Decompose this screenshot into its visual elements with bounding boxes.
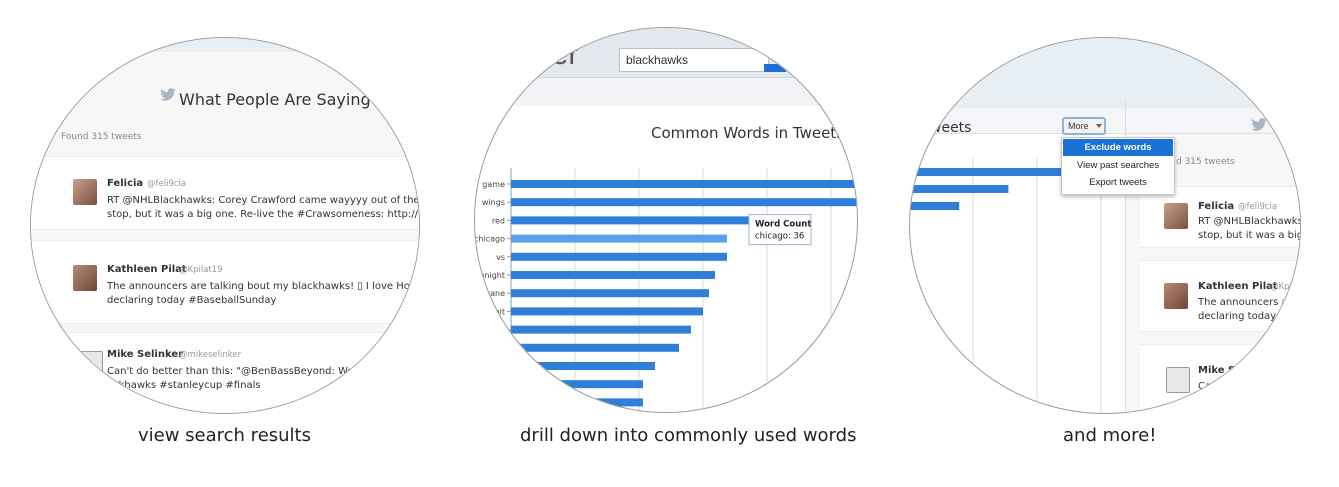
tweet-text-line: The announcers are tal	[1198, 297, 1300, 308]
tweet-card[interactable]: Felicia @feli9cia RT @NHLBlackhawks: Co …	[1140, 186, 1301, 248]
tick-label: red	[492, 216, 505, 225]
avatar	[1164, 203, 1188, 229]
tooltip-value: chicago: 36	[755, 232, 804, 242]
bar	[910, 185, 1009, 193]
avatar	[73, 265, 97, 291]
caption: drill down into commonly used words	[520, 425, 857, 446]
bar	[910, 168, 1066, 176]
avatar	[73, 179, 97, 205]
tick-label: wings	[482, 198, 505, 207]
tweet-text-line: The announcers are talking bout my black…	[107, 281, 419, 292]
tooltip-title: Word Count	[755, 220, 811, 230]
avatar	[79, 351, 103, 377]
more-options-preview: weets d 315 tweets Felicia @feli9cia RT …	[909, 37, 1301, 414]
top-bar	[31, 38, 419, 52]
tick-label: tonight	[476, 271, 505, 280]
tweet-author[interactable]: Mike Selinker	[107, 349, 183, 360]
tweet-handle[interactable]: @feli9cia	[147, 179, 186, 189]
section-title: What People Are Saying	[179, 90, 371, 109]
tweet-text-line: declaring today #BaseballSunday	[107, 295, 277, 306]
tweet-handle[interactable]: @Kpilat19	[179, 265, 223, 275]
tweet-card[interactable]: Kathleen Pilat @Kpilat19 The announcers …	[31, 240, 419, 324]
more-menu: Exclude words View past searches Export …	[1061, 137, 1175, 195]
bar	[511, 380, 643, 389]
chart-title: weets	[930, 120, 972, 136]
tick-label: troit	[488, 307, 505, 316]
tweet-text-line: declaring today #Ba	[1198, 311, 1301, 322]
search-results-preview: What People Are Saying Found 315 tweets …	[30, 37, 420, 414]
tweet-text-line: ackhawks #stanleycup #finals	[107, 380, 261, 391]
tick-label: kane	[486, 289, 505, 298]
tweet-text-line: stop, but it was a big one. Re-live the …	[107, 209, 420, 220]
tweet-text-line: RT @NHLBlackhawks: Corey Crawford came w…	[107, 195, 420, 206]
tooltip: Word Count chicago: 36	[748, 214, 812, 246]
tweet-author[interactable]: Mike Se	[1198, 365, 1242, 376]
tweet-author[interactable]: Kathleen Pilat	[1198, 281, 1278, 292]
tweet-text-line: Ca	[1198, 381, 1212, 392]
menu-item-view-past-searches[interactable]: View past searches	[1063, 157, 1173, 174]
bar	[511, 398, 643, 407]
bar	[511, 289, 709, 298]
tick-label: rd	[497, 326, 505, 335]
menu-item-exclude-words[interactable]: Exclude words	[1063, 139, 1173, 156]
tweet-card[interactable]: Mike Se Ca	[1140, 344, 1300, 413]
chevron-down-icon	[1096, 124, 1102, 128]
tick-label: chicago	[475, 235, 505, 244]
tweet-text-line: Can't do better than this: "@BenBassBeyo…	[107, 366, 376, 377]
bar	[511, 362, 655, 370]
bar	[511, 307, 703, 316]
tweet-author[interactable]: Kathleen Pilat	[107, 264, 187, 275]
bar	[511, 343, 679, 352]
bar	[910, 202, 960, 210]
tweet-author[interactable]: Felicia	[1198, 201, 1234, 212]
bar	[511, 198, 857, 207]
tick-label: game	[482, 180, 505, 189]
results-count: Found 315 tweets	[61, 132, 142, 142]
tweet-handle[interactable]: @Kpi	[1270, 282, 1292, 292]
tweet-author[interactable]: Felicia	[107, 178, 143, 189]
tweet-card[interactable]: Kathleen Pilat @Kpi The announcers are t…	[1140, 260, 1301, 332]
tweet-handle[interactable]: @feli9cia	[1238, 202, 1277, 212]
tweet-handle[interactable]: @mikeselinker	[179, 350, 241, 360]
bar	[511, 216, 775, 225]
menu-item-export-tweets[interactable]: Export tweets	[1063, 174, 1173, 191]
bar	[511, 252, 727, 261]
results-count: d 315 tweets	[1176, 157, 1235, 167]
bar	[511, 180, 857, 188]
twitter-bird-icon	[1250, 118, 1268, 132]
tweet-card[interactable]: Felicia @feli9cia RT @NHLBlackhawks: Cor…	[31, 156, 420, 230]
avatar	[1164, 283, 1188, 309]
tick-label: vs	[496, 253, 505, 262]
tweet-text-line: stop, but it was a big on	[1198, 230, 1300, 241]
tweet-text-line: RT @NHLBlackhawks: Co	[1198, 216, 1301, 227]
twitter-bird-icon	[159, 88, 177, 102]
word-count-chart: game wings red chicago vs tonight kane troit rd W…	[475, 168, 857, 412]
tweet-card[interactable]: Mike Selinker @mikeselinker Can't do bet…	[31, 332, 419, 413]
caption: and more!	[1063, 425, 1157, 446]
word-chart-preview: orer blackhawks Common Words in Tweets g…	[474, 27, 858, 413]
bar	[511, 325, 691, 334]
bar	[511, 271, 715, 279]
bar	[511, 234, 727, 243]
avatar	[1166, 367, 1190, 393]
caption: view search results	[138, 425, 311, 446]
